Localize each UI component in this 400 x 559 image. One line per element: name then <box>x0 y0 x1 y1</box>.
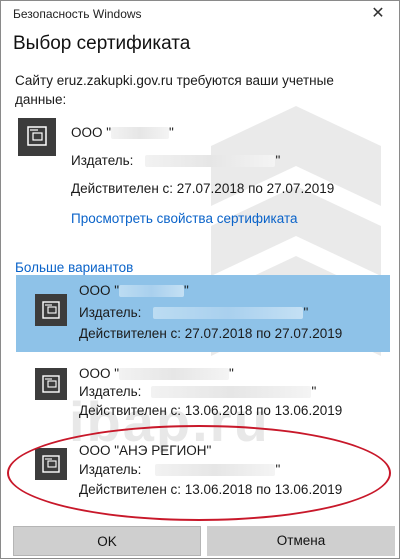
window-title: Безопасность Windows <box>13 7 142 21</box>
highlight-ellipse <box>7 425 391 521</box>
option-issuer: Издатель: " <box>79 384 317 399</box>
primary-cert-validity: Действителен с: 27.07.2018 по 27.07.2019 <box>71 181 335 196</box>
redacted-issuer-name <box>151 386 312 399</box>
certificate-icon <box>18 118 56 156</box>
view-cert-properties-link[interactable]: Просмотреть свойства сертификата <box>71 211 298 226</box>
option-validity: Действителен с: 13.06.2018 по 13.06.2019 <box>79 403 343 418</box>
more-options-label[interactable]: Больше вариантов <box>15 260 133 275</box>
redacted-issuer-name <box>153 307 304 320</box>
redacted-org-name <box>111 127 170 140</box>
cert-option-1[interactable]: ООО " " Издатель: " Действителен с: 27.07.… <box>16 275 390 352</box>
option-org: ООО " " <box>79 283 189 298</box>
primary-cert-org: ООО " " <box>71 125 174 140</box>
option-validity: Действителен с: 27.07.2018 по 27.07.2019 <box>79 326 343 341</box>
cancel-button[interactable]: Отмена <box>207 526 395 556</box>
cert-option-2[interactable]: ООО " " Издатель: " Действителен с: 13.06.… <box>16 358 390 435</box>
ok-button[interactable]: OK <box>13 526 201 556</box>
option-org: ООО " " <box>79 366 234 381</box>
redacted-org-name <box>119 368 230 381</box>
option-issuer: Издатель: " <box>79 305 309 320</box>
close-icon[interactable]: ✕ <box>367 3 389 25</box>
credentials-prompt: Сайту eruz.zakupki.gov.ru требуются ваши… <box>15 73 334 107</box>
certificate-icon <box>35 368 67 400</box>
redacted-issuer-name <box>145 155 276 168</box>
primary-cert-issuer: Издатель: " <box>71 153 281 168</box>
redacted-org-name <box>119 285 185 298</box>
certificate-dialog: Безопасность Windows ✕ Выбор сертификата… <box>0 0 400 559</box>
certificate-icon <box>35 294 67 326</box>
dialog-heading: Выбор сертификата <box>13 33 191 54</box>
